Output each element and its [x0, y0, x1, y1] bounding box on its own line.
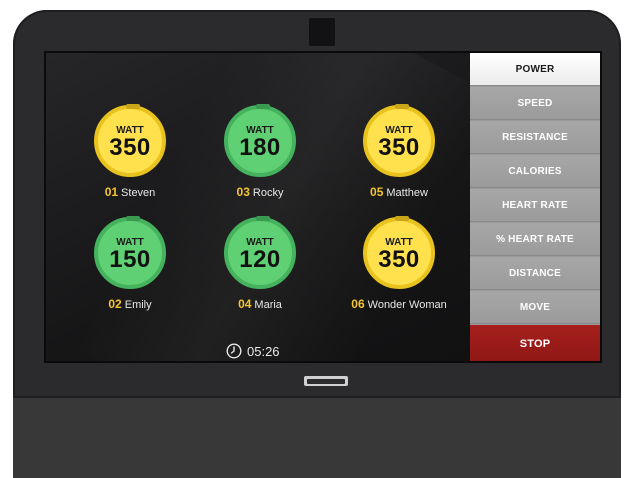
rider-name: Matthew [386, 187, 428, 199]
watt-gauge: WATT 350 [363, 104, 435, 177]
riders-panel: WATT 350 01 Steven WATT 180 03 Rocky WATT [46, 53, 470, 361]
stop-button[interactable]: STOP [470, 325, 600, 361]
session-timer: 05:26 [226, 341, 280, 361]
metric-menu: POWER SPEED RESISTANCE CALORIES HEART RA… [470, 53, 600, 361]
menu-item-calories[interactable]: CALORIES [470, 155, 600, 188]
rider-name: Wonder Woman [367, 299, 447, 311]
rider-name: Rocky [252, 187, 284, 199]
rider-name: Maria [254, 299, 282, 311]
rider-name: Steven [121, 187, 156, 199]
rider-label: 02 Emily [60, 297, 200, 311]
rider-number: 01 [104, 185, 119, 199]
gauge-value: 180 [239, 134, 281, 161]
rider-card[interactable]: WATT 120 04 Maria [190, 216, 330, 337]
menu-item-distance[interactable]: DISTANCE [470, 257, 600, 290]
menu-item-move[interactable]: MOVE [470, 291, 600, 324]
rider-card[interactable]: WATT 350 05 Matthew [329, 104, 469, 225]
watt-gauge: WATT 350 [363, 216, 435, 289]
rider-label: 05 Matthew [329, 185, 469, 199]
menu-item-power[interactable]: POWER [470, 53, 600, 86]
rider-number: 05 [370, 185, 384, 199]
rider-number: 04 [238, 297, 252, 311]
rider-label: 01 Steven [60, 185, 200, 199]
rider-number: 06 [351, 297, 365, 311]
watt-gauge: WATT 150 [94, 216, 166, 289]
brand-logo [304, 376, 348, 386]
menu-item-percent-heart-rate[interactable]: % HEART RATE [470, 223, 600, 256]
rider-label: 04 Maria [190, 297, 330, 311]
touch-screen: WATT 350 01 Steven WATT 180 03 Rocky WATT [44, 51, 602, 363]
rider-card[interactable]: WATT 180 03 Rocky [190, 104, 330, 225]
menu-item-heart-rate[interactable]: HEART RATE [470, 189, 600, 222]
rider-card[interactable]: WATT 350 01 Steven [60, 104, 200, 225]
watt-gauge: WATT 120 [224, 216, 296, 289]
gauge-value: 120 [239, 246, 281, 273]
rider-number: 02 [108, 297, 122, 311]
rider-label: 03 Rocky [190, 185, 330, 199]
clock-icon [226, 343, 242, 359]
gauge-value: 150 [109, 246, 151, 273]
gauge-value: 350 [109, 134, 151, 161]
rider-label: 06 Wonder Woman [329, 297, 469, 311]
timer-value: 05:26 [247, 343, 280, 359]
menu-item-speed[interactable]: SPEED [470, 87, 600, 120]
menu-item-resistance[interactable]: RESISTANCE [470, 121, 600, 154]
camera-icon [309, 18, 335, 46]
gauge-value: 350 [378, 246, 420, 273]
rider-card[interactable]: WATT 150 02 Emily [60, 216, 200, 337]
watt-gauge: WATT 180 [224, 104, 296, 177]
device-lower-panel [13, 398, 621, 478]
gauge-value: 350 [378, 134, 420, 161]
rider-name: Emily [124, 299, 152, 311]
watt-gauge: WATT 350 [94, 104, 166, 177]
rider-card[interactable]: WATT 350 06 Wonder Woman [329, 216, 469, 337]
rider-number: 03 [236, 185, 250, 199]
